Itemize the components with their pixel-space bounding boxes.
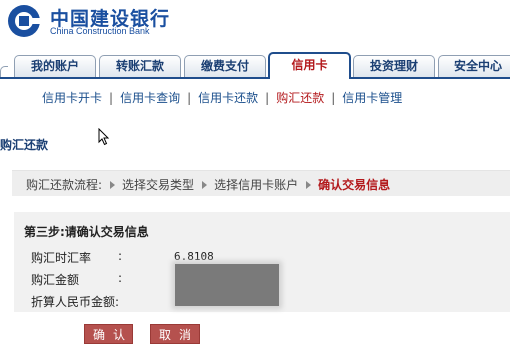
subnav-fx-repayment[interactable]: 购汇还款 bbox=[276, 89, 324, 106]
tab-payment[interactable]: 缴费支付 bbox=[184, 55, 266, 77]
subnav-separator: | bbox=[265, 91, 270, 105]
subnav-separator: | bbox=[331, 91, 336, 105]
breadcrumb-step-2: 选择信用卡账户 bbox=[214, 178, 299, 192]
subnav-card-management[interactable]: 信用卡管理 bbox=[342, 89, 402, 106]
tab-credit-card[interactable]: 信用卡 bbox=[268, 52, 351, 79]
subnav-card-activation[interactable]: 信用卡开卡 bbox=[42, 89, 102, 106]
tab-investment[interactable]: 投资理财 bbox=[353, 55, 435, 77]
ccb-logo-icon bbox=[8, 5, 42, 37]
arrow-right-icon bbox=[110, 181, 116, 189]
breadcrumb-prefix: 购汇还款流程: bbox=[26, 178, 103, 192]
redacted-amount-block bbox=[175, 264, 279, 306]
exchange-rate-value: 6.8108 bbox=[174, 250, 214, 263]
subnav-separator: | bbox=[109, 91, 114, 105]
page-title: 购汇还款 bbox=[0, 138, 49, 152]
confirm-step-title: 第三步:请确认交易信息 bbox=[24, 225, 149, 239]
mouse-cursor-icon bbox=[98, 128, 110, 146]
breadcrumb-step-3-current: 确认交易信息 bbox=[318, 178, 391, 192]
arrow-right-icon bbox=[306, 181, 312, 189]
breadcrumb-step-1: 选择交易类型 bbox=[122, 178, 195, 192]
tab-security-center[interactable]: 安全中心 bbox=[438, 55, 510, 77]
tab-transfer[interactable]: 转账汇款 bbox=[99, 55, 181, 77]
exchange-rate-colon: : bbox=[118, 249, 123, 263]
tab-my-account[interactable]: 我的账户 bbox=[14, 55, 96, 77]
subnav-card-inquiry[interactable]: 信用卡查询 bbox=[120, 89, 180, 106]
process-breadcrumb: 购汇还款流程: 选择交易类型 选择信用卡账户 确认交易信息 bbox=[12, 170, 510, 196]
confirm-button[interactable]: 确认 bbox=[84, 324, 133, 344]
purchase-amount-colon: : bbox=[118, 271, 123, 285]
confirm-panel: 第三步:请确认交易信息 购汇时汇率 : 6.8108 购汇金额 : 折算人民币金… bbox=[14, 212, 510, 312]
arrow-right-icon bbox=[202, 181, 208, 189]
main-tab-bar: 我的账户 转账汇款 缴费支付 投资理财 安全中心 信用卡 bbox=[0, 52, 510, 79]
sub-nav: 信用卡开卡 | 信用卡查询 | 信用卡还款 | 购汇还款 | 信用卡管理 bbox=[42, 89, 402, 106]
subnav-card-repayment[interactable]: 信用卡还款 bbox=[198, 89, 258, 106]
rmb-amount-label: 折算人民币金额: bbox=[31, 295, 120, 309]
bank-name-en: China Construction Bank bbox=[50, 26, 150, 36]
purchase-amount-label: 购汇金额 bbox=[31, 273, 80, 287]
subnav-separator: | bbox=[187, 91, 192, 105]
cancel-button[interactable]: 取消 bbox=[150, 324, 200, 344]
tab-underline bbox=[0, 77, 510, 79]
exchange-rate-label: 购汇时汇率 bbox=[31, 251, 92, 265]
